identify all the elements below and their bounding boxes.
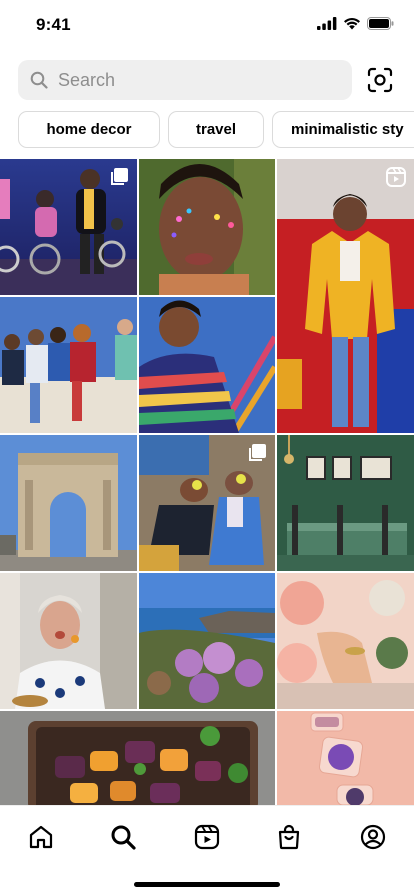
search-icon (111, 825, 136, 850)
chip-minimalistic-style[interactable]: minimalistic sty (272, 111, 414, 148)
multiple-posts-icon (249, 444, 266, 461)
grid-tile-glitter-pots[interactable] (277, 711, 414, 805)
grid-tile-face-paint-portrait[interactable] (139, 159, 275, 295)
grid-tile-green-dining-room[interactable] (277, 435, 414, 571)
scan-icon (367, 67, 393, 93)
nav-search[interactable] (108, 822, 138, 852)
bottom-nav (0, 805, 414, 896)
grid-tile-striped-sweater[interactable] (139, 297, 275, 433)
chip-travel[interactable]: travel (168, 111, 264, 148)
topic-chips: home decor travel minimalistic sty (18, 111, 414, 148)
search-row: Search (18, 60, 404, 100)
grid-tile-roasted-vegetables[interactable] (0, 711, 275, 805)
shop-icon (278, 824, 300, 850)
search-input[interactable]: Search (18, 60, 352, 100)
cellular-signal-icon (317, 17, 337, 30)
status-icons (317, 17, 394, 30)
grid-tile-coastal-flowers[interactable] (139, 573, 275, 709)
grid-tile-stone-arch[interactable] (0, 435, 137, 571)
grid-tile-yellow-jacket[interactable] (277, 159, 414, 433)
grid-tile-hand-and-roses[interactable] (277, 573, 414, 709)
wifi-icon (344, 17, 360, 30)
search-icon (30, 71, 48, 89)
chip-home-decor[interactable]: home decor (18, 111, 160, 148)
grid-tile-two-people-lying[interactable] (139, 435, 275, 571)
grid-tile-woman-eating[interactable] (0, 573, 137, 709)
nav-reels[interactable] (192, 822, 222, 852)
home-indicator (134, 882, 280, 887)
nav-shop[interactable] (274, 822, 304, 852)
reels-icon (386, 167, 406, 187)
scan-button[interactable] (366, 66, 394, 94)
grid-tile-cyclists[interactable] (0, 159, 137, 295)
reels-icon (194, 824, 220, 850)
nav-home[interactable] (26, 822, 56, 852)
explore-grid (0, 159, 414, 805)
multiple-posts-icon (111, 168, 128, 185)
nav-profile[interactable] (358, 822, 388, 852)
profile-icon (360, 824, 386, 850)
search-placeholder: Search (58, 69, 116, 90)
status-bar: 9:41 (0, 0, 414, 48)
grid-tile-group-on-wall[interactable] (0, 297, 137, 433)
battery-icon (367, 17, 394, 30)
home-icon (29, 825, 53, 849)
status-time: 9:41 (36, 15, 71, 34)
